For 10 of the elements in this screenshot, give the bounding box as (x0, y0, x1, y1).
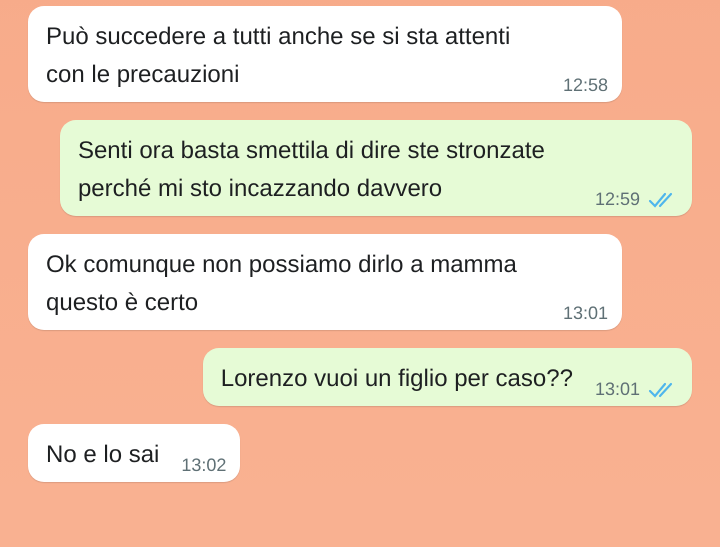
message-time: 12:58 (563, 75, 608, 96)
message-text: Può succedere a tutti anche se si sta attenti con le precauzioni (46, 22, 512, 90)
message-text: Lorenzo vuoi un figlio per caso?? (220, 364, 573, 394)
message-time: 13:02 (181, 455, 226, 476)
message-text: No e lo sai (46, 440, 160, 470)
message-time: 13:01 (563, 303, 608, 324)
message-time: 12:59 (594, 189, 640, 210)
message-text: Ok comunque non possiamo dirlo a mamma questo è certo (46, 250, 518, 318)
message-time: 13:01 (594, 379, 640, 400)
message-text: Senti ora basta smettila di dire ste stronzate perché mi sto incazzando davvero (78, 136, 546, 204)
